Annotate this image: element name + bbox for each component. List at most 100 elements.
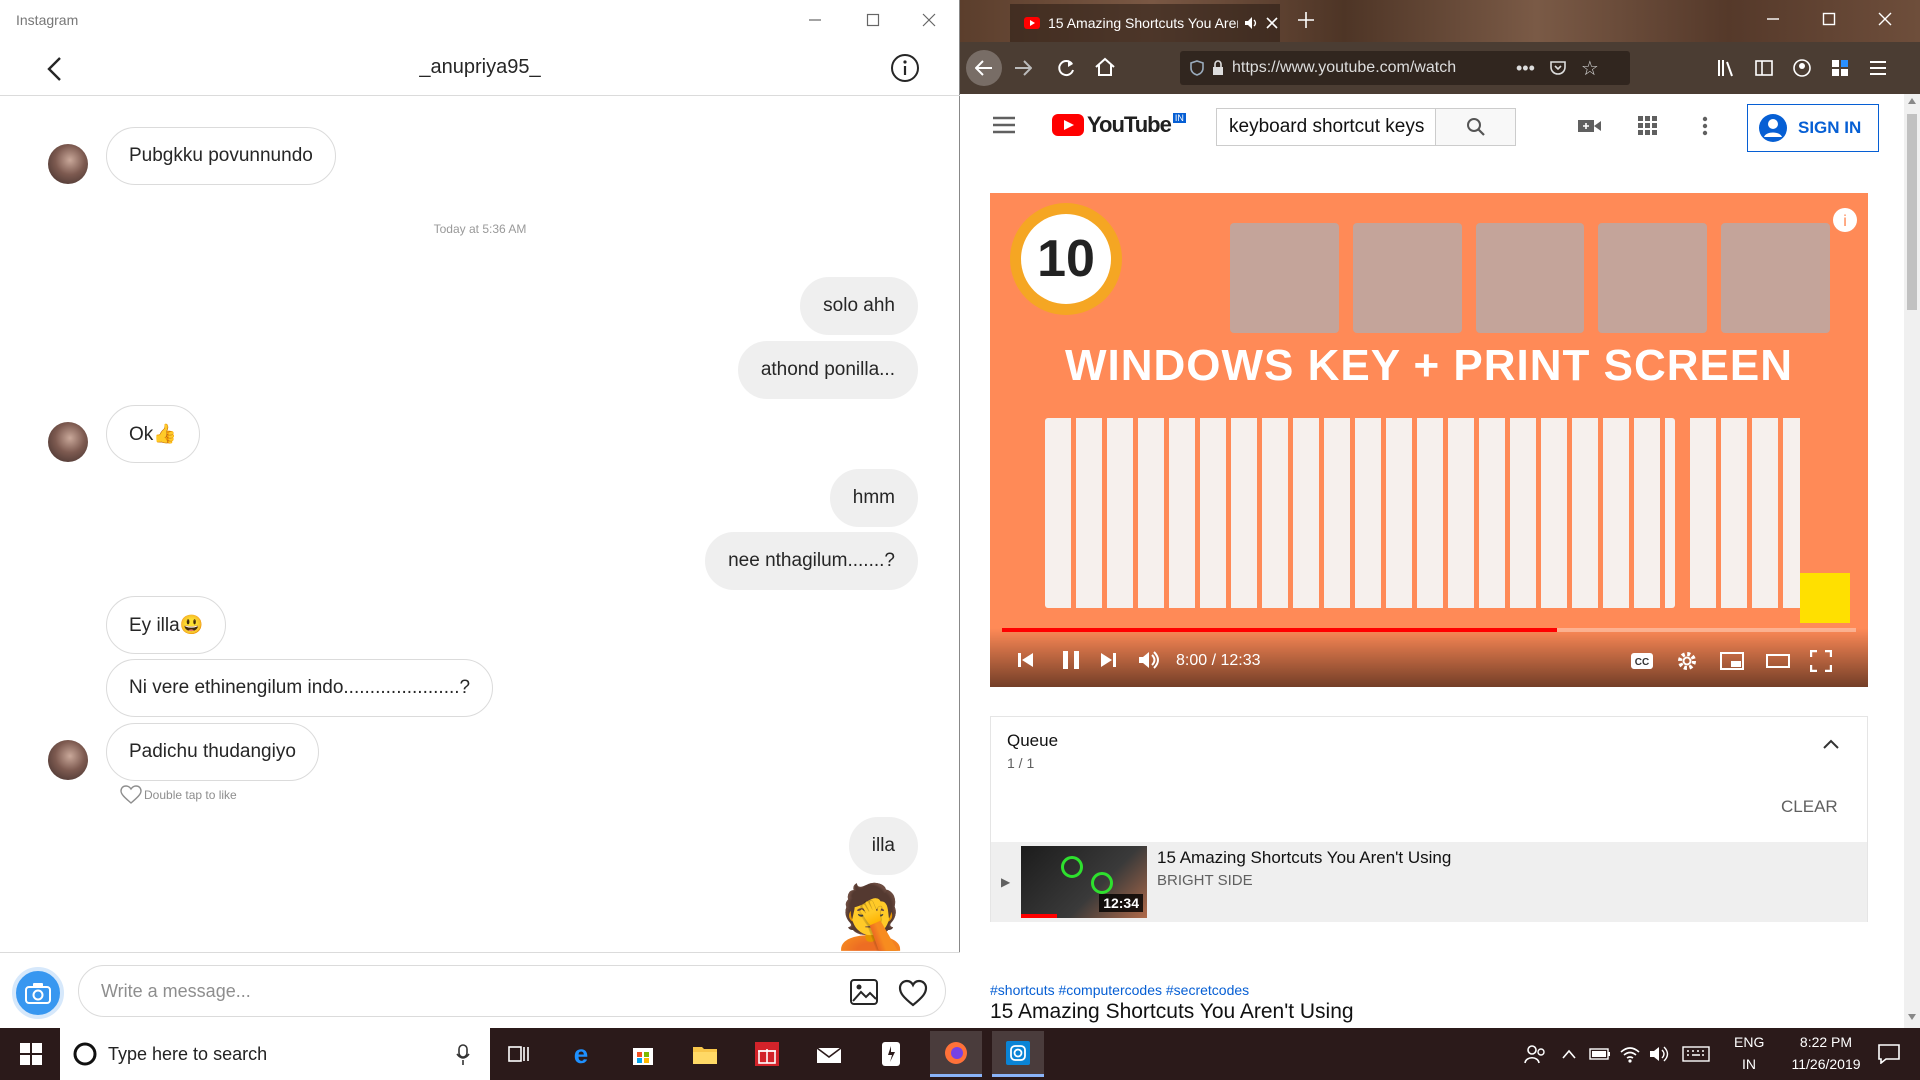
clock-date[interactable]: 11/26/2019 xyxy=(1774,1056,1878,1072)
shield-icon[interactable] xyxy=(1190,60,1204,76)
create-video-icon[interactable] xyxy=(1578,118,1602,134)
queue-item-title[interactable]: 15 Amazing Shortcuts You Aren't Using xyxy=(1157,848,1451,868)
volume-icon[interactable] xyxy=(1646,1034,1674,1074)
hashtags[interactable]: #shortcuts #computercodes #secretcodes xyxy=(990,982,1249,998)
scroll-up-icon[interactable] xyxy=(1908,98,1916,104)
message-sent[interactable]: nee nthagilum.......? xyxy=(705,532,918,590)
message-received[interactable]: Ni vere ethinengilum indo...............… xyxy=(106,659,494,717)
message-received[interactable]: Ey illa😃 xyxy=(106,596,227,654)
theater-mode-icon[interactable] xyxy=(1766,652,1790,670)
previous-icon[interactable] xyxy=(1018,652,1034,668)
lightbulb-icon[interactable] xyxy=(1800,573,1850,623)
message-sent[interactable]: illa xyxy=(848,817,918,875)
facepalm-emoji[interactable]: 🤦 xyxy=(832,883,912,952)
new-tab-icon[interactable] xyxy=(1296,10,1316,30)
queue-item-channel[interactable]: BRIGHT SIDE xyxy=(1157,872,1253,889)
taskbar-search[interactable]: Type here to search xyxy=(60,1028,490,1080)
app-icon[interactable] xyxy=(868,1034,914,1074)
battery-icon[interactable] xyxy=(1586,1034,1614,1074)
gallery-icon[interactable] xyxy=(850,979,878,1005)
queue-item[interactable]: ▶ 12:34 15 Amazing Shortcuts You Aren't … xyxy=(991,842,1867,922)
clock-time[interactable]: 8:22 PM xyxy=(1786,1034,1866,1050)
close-button[interactable] xyxy=(1878,12,1892,26)
scroll-down-icon[interactable] xyxy=(1908,1014,1916,1020)
language-label[interactable]: ENG xyxy=(1734,1034,1764,1050)
maximize-button[interactable] xyxy=(858,8,888,32)
avatar[interactable] xyxy=(48,144,88,184)
fullscreen-icon[interactable] xyxy=(1810,650,1832,672)
like-hint[interactable]: Double tap to like xyxy=(120,785,237,805)
avatar[interactable] xyxy=(48,740,88,780)
lock-icon[interactable] xyxy=(1212,60,1224,76)
camera-button[interactable] xyxy=(12,967,64,1019)
tab-youtube[interactable]: 15 Amazing Shortcuts You Aren't Using xyxy=(1010,4,1280,42)
message-received[interactable]: Ok👍 xyxy=(106,405,200,463)
scrollbar[interactable] xyxy=(1904,94,1920,1028)
message-received[interactable]: Padichu thudangiyo xyxy=(106,723,319,781)
star-icon[interactable]: ☆ xyxy=(1581,56,1599,81)
file-explorer-icon[interactable] xyxy=(682,1034,728,1074)
info-card-icon[interactable]: i xyxy=(1832,207,1858,233)
search-input[interactable]: keyboard shortcut keys xyxy=(1216,108,1436,146)
youtube-logo[interactable]: YouTube IN xyxy=(1052,112,1186,138)
pocket-icon[interactable] xyxy=(1549,60,1567,76)
message-sent[interactable]: solo ahh xyxy=(800,277,918,335)
back-arrow-icon[interactable] xyxy=(966,50,1002,86)
extensions-icon[interactable] xyxy=(1830,58,1850,78)
volume-icon[interactable] xyxy=(1138,650,1162,670)
show-hidden-icons-chevron-icon[interactable] xyxy=(1556,1034,1582,1074)
captions-icon[interactable]: CC xyxy=(1630,652,1654,670)
gift-app-icon[interactable] xyxy=(744,1034,790,1074)
settings-gear-icon[interactable] xyxy=(1676,650,1698,672)
chat-username[interactable]: _anupriya95_ xyxy=(0,56,960,79)
maximize-button[interactable] xyxy=(1822,12,1836,26)
speaker-icon[interactable] xyxy=(1244,16,1260,30)
edge-browser-icon[interactable]: e xyxy=(558,1034,604,1074)
close-button[interactable] xyxy=(914,8,944,32)
miniplayer-icon[interactable] xyxy=(1720,652,1744,670)
people-icon[interactable] xyxy=(1512,1034,1558,1074)
next-icon[interactable] xyxy=(1100,652,1116,668)
home-icon[interactable] xyxy=(1094,56,1116,78)
video-player[interactable]: 10 WINDOWS KEY + PRINT SCREEN i 8:00 / 1… xyxy=(990,193,1868,687)
firefox-taskbar-icon[interactable] xyxy=(930,1031,982,1077)
windows-start-icon[interactable] xyxy=(8,1034,54,1074)
pause-icon[interactable] xyxy=(1062,650,1080,670)
instagram-taskbar-icon[interactable] xyxy=(992,1031,1044,1077)
apps-grid-icon[interactable] xyxy=(1638,116,1658,136)
message-sent[interactable]: athond ponilla... xyxy=(737,341,918,399)
notifications-icon[interactable] xyxy=(1866,1034,1912,1074)
scrollbar-thumb[interactable] xyxy=(1907,114,1917,310)
collapse-chevron-icon[interactable] xyxy=(1823,739,1839,749)
heart-icon[interactable] xyxy=(898,979,928,1007)
info-icon[interactable] xyxy=(889,52,921,84)
avatar[interactable] xyxy=(48,422,88,462)
library-icon[interactable] xyxy=(1716,58,1736,78)
message-input[interactable] xyxy=(78,965,946,1017)
message-list[interactable]: Pubgkku povunnundo Today at 5:36 AM solo… xyxy=(0,97,960,952)
hamburger-menu-icon[interactable] xyxy=(992,116,1016,134)
more-actions-icon[interactable]: ••• xyxy=(1516,58,1535,79)
url-bar[interactable]: https://www.youtube.com/watch ••• ☆ xyxy=(1180,51,1630,85)
message-sent[interactable]: hmm xyxy=(829,469,918,527)
microsoft-store-icon[interactable] xyxy=(620,1034,666,1074)
minimize-button[interactable] xyxy=(800,8,830,32)
reload-icon[interactable] xyxy=(1056,58,1076,78)
message-received[interactable]: Pubgkku povunnundo xyxy=(106,127,336,185)
sign-in-button[interactable]: SIGN IN xyxy=(1747,104,1879,152)
mail-icon[interactable] xyxy=(806,1034,852,1074)
forward-arrow-icon[interactable] xyxy=(1014,60,1032,76)
close-tab-icon[interactable] xyxy=(1266,17,1278,29)
more-vertical-icon[interactable] xyxy=(1702,116,1708,136)
menu-icon[interactable] xyxy=(1868,58,1888,78)
progress-track[interactable] xyxy=(1002,628,1856,632)
sidebar-icon[interactable] xyxy=(1754,58,1774,78)
minimize-button[interactable] xyxy=(1766,12,1780,26)
search-button[interactable] xyxy=(1436,108,1516,146)
queue-thumbnail[interactable]: 12:34 xyxy=(1021,846,1147,918)
keyboard-icon[interactable] xyxy=(1678,1034,1714,1074)
microphone-icon[interactable] xyxy=(456,1044,470,1066)
region-label[interactable]: IN xyxy=(1742,1056,1756,1072)
account-icon[interactable] xyxy=(1792,58,1812,78)
wifi-icon[interactable] xyxy=(1616,1034,1644,1074)
